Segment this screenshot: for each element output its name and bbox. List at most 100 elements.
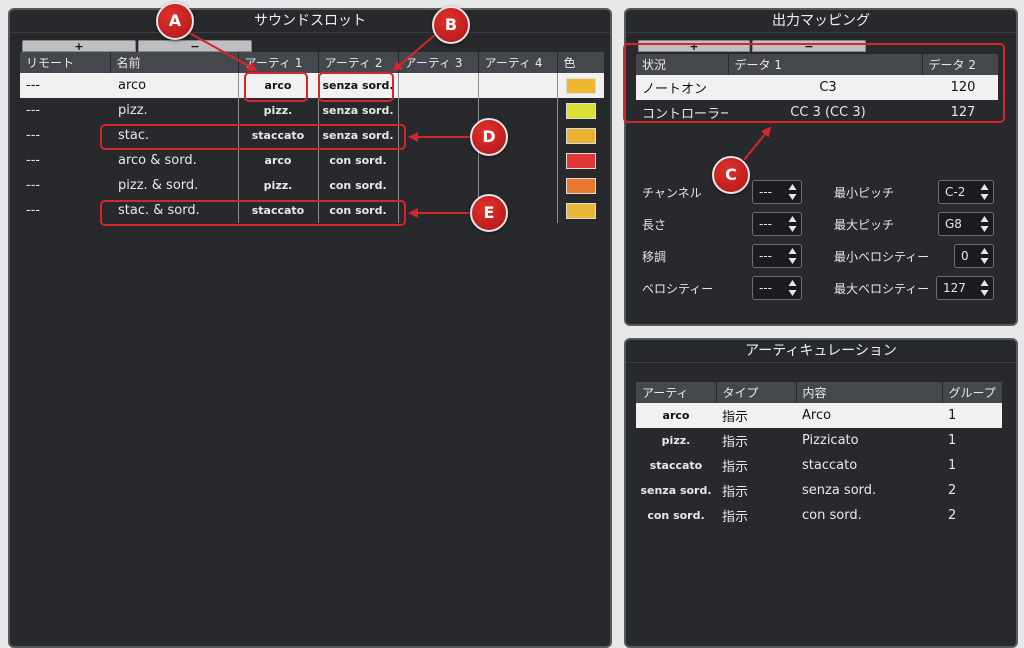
col-name[interactable]: 名前 <box>110 52 239 73</box>
art-group: 1 <box>942 403 1002 428</box>
length-spinner[interactable]: --- <box>752 212 802 236</box>
articulation-row[interactable]: staccato 指示 staccato 1 <box>636 453 1002 478</box>
col-art1[interactable]: アーティ 1 <box>238 52 319 73</box>
slot-art3 <box>397 98 478 123</box>
min-pitch-label: 最小ピッチ <box>834 186 895 200</box>
annotation-box-c <box>623 43 1005 123</box>
remove-slot-button[interactable]: − <box>138 40 252 53</box>
slot-color[interactable] <box>557 198 604 223</box>
slot-remote: --- <box>26 103 41 118</box>
art-type: 指示 <box>722 435 749 450</box>
color-swatch[interactable] <box>565 152 596 169</box>
slot-color[interactable] <box>557 148 604 173</box>
slot-art3 <box>397 148 478 173</box>
sound-slot-header: リモート 名前 アーティ 1 アーティ 2 アーティ 3 アーティ 4 色 <box>20 52 605 73</box>
slot-remote: --- <box>26 128 41 143</box>
channel-spinner[interactable]: --- <box>752 180 802 204</box>
art-content: staccato <box>802 458 858 473</box>
slot-name: arco & sord. <box>118 153 197 168</box>
art-group: 2 <box>948 483 957 498</box>
sound-slot-row[interactable]: --- pizz. pizz. senza sord. <box>20 98 604 123</box>
slot-art2: con sord. <box>317 173 398 198</box>
col-color[interactable]: 色 <box>557 52 605 73</box>
sound-slot-panel: サウンドスロット + − リモート 名前 アーティ 1 アーティ 2 アーティ … <box>8 8 612 648</box>
min-pitch-value: C-2 <box>945 185 966 199</box>
art-content: Arco <box>796 403 942 428</box>
velocity-spinner[interactable]: --- <box>752 276 802 300</box>
min-pitch-spinner[interactable]: C-2 <box>938 180 994 204</box>
slot-remote: --- <box>26 178 41 193</box>
col-art3[interactable]: アーティ 3 <box>398 52 479 73</box>
spinner-arrows-icon[interactable] <box>980 247 989 265</box>
color-swatch[interactable] <box>565 77 596 94</box>
transpose-spinner[interactable]: --- <box>752 244 802 268</box>
slot-color[interactable] <box>557 98 604 123</box>
col-group[interactable]: グループ <box>942 382 1003 403</box>
slot-name: pizz. <box>118 103 148 118</box>
channel-label: チャンネル <box>642 186 702 200</box>
articulation-table: アーティ タイプ 内容 グループ arco 指示 Arco 1 pizz. 指示 Pizzi… <box>636 382 1003 528</box>
slot-remote: --- <box>26 203 41 218</box>
slot-remote: --- <box>20 73 110 98</box>
sound-slot-row[interactable]: --- arco & sord. arco con sord. <box>20 148 604 173</box>
slot-art2: con sord. <box>317 148 398 173</box>
min-velocity-spinner[interactable]: 0 <box>954 244 994 268</box>
articulation-row[interactable]: senza sord. 指示 senza sord. 2 <box>636 478 1002 503</box>
col-art2[interactable]: アーティ 2 <box>318 52 399 73</box>
slot-remote: --- <box>26 153 41 168</box>
articulation-row[interactable]: pizz. 指示 Pizzicato 1 <box>636 428 1002 453</box>
articulation-row[interactable]: con sord. 指示 con sord. 2 <box>636 503 1002 528</box>
annotation-box-a <box>244 72 308 102</box>
max-pitch-spinner[interactable]: G8 <box>938 212 994 236</box>
spinner-arrows-icon[interactable] <box>788 279 797 297</box>
color-swatch[interactable] <box>565 127 596 144</box>
sound-slot-row[interactable]: --- arco arco senza sord. <box>20 73 604 98</box>
spinner-arrows-icon[interactable] <box>788 215 797 233</box>
sound-slot-row[interactable]: --- pizz. & sord. pizz. con sord. <box>20 173 604 198</box>
spinner-arrows-icon[interactable] <box>980 215 989 233</box>
color-swatch[interactable] <box>565 202 596 219</box>
art-symbol: staccato <box>649 459 703 472</box>
slot-color[interactable] <box>557 173 604 198</box>
spinner-arrows-icon[interactable] <box>980 279 989 297</box>
art-content: con sord. <box>802 508 862 523</box>
color-swatch[interactable] <box>565 102 596 119</box>
art-type: 指示 <box>722 510 749 525</box>
sound-slot-title: サウンドスロット <box>10 10 610 33</box>
annotation-marker-b: B <box>432 6 470 44</box>
col-remote[interactable]: リモート <box>20 52 111 73</box>
annotation-marker-e: E <box>470 194 508 232</box>
slot-art3 <box>397 173 478 198</box>
max-velocity-spinner[interactable]: 127 <box>936 276 994 300</box>
col-art4[interactable]: アーティ 4 <box>478 52 558 73</box>
col-type[interactable]: タイプ <box>716 382 797 403</box>
slot-art1: pizz. <box>237 173 318 198</box>
articulation-title: アーティキュレーション <box>626 340 1016 363</box>
annotation-marker-d: D <box>470 118 508 156</box>
velocity-label: ベロシティー <box>642 282 714 296</box>
add-slot-button[interactable]: + <box>22 40 136 53</box>
spinner-arrows-icon[interactable] <box>788 247 797 265</box>
slot-art4 <box>477 73 558 98</box>
spinner-arrows-icon[interactable] <box>980 183 989 201</box>
output-mapping-title: 出力マッピング <box>626 10 1016 33</box>
articulation-row[interactable]: arco 指示 Arco 1 <box>636 403 1002 428</box>
max-velocity-value: 127 <box>943 281 966 295</box>
slot-color[interactable] <box>557 73 604 98</box>
color-swatch[interactable] <box>565 177 596 194</box>
slot-art3 <box>397 73 478 98</box>
col-content[interactable]: 内容 <box>796 382 943 403</box>
slot-art3 <box>397 198 478 223</box>
art-symbol: arco <box>636 403 716 428</box>
max-pitch-value: G8 <box>945 217 962 231</box>
transpose-value: --- <box>759 249 772 263</box>
art-group: 1 <box>948 433 957 448</box>
min-velocity-label: 最小ベロシティー <box>834 250 930 264</box>
art-content: senza sord. <box>802 483 877 498</box>
col-art[interactable]: アーティ <box>636 382 717 403</box>
slot-color[interactable] <box>557 123 604 148</box>
art-type: 指示 <box>722 460 749 475</box>
spinner-arrows-icon[interactable] <box>788 183 797 201</box>
length-label: 長さ <box>642 218 667 232</box>
velocity-value: --- <box>759 281 772 295</box>
